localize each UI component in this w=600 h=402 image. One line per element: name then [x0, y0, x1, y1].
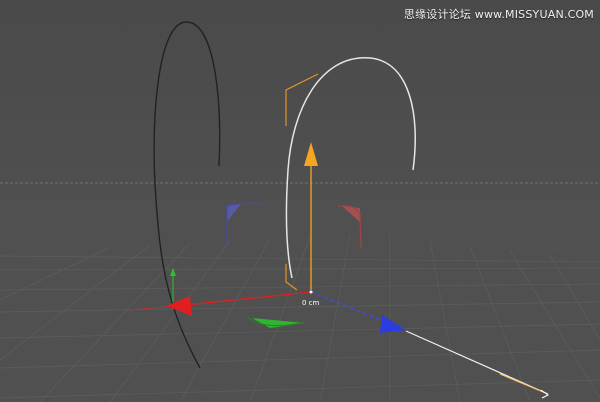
origin-point[interactable]	[309, 290, 313, 294]
watermark-text: 思缘设计论坛 www.MISSYUAN.COM	[403, 8, 594, 21]
viewport-canvas[interactable]	[0, 0, 600, 402]
distance-readout: 0 cm	[302, 299, 320, 307]
3d-viewport[interactable]: 0 cm 思缘设计论坛 www.MISSYUAN.COM	[0, 0, 600, 402]
